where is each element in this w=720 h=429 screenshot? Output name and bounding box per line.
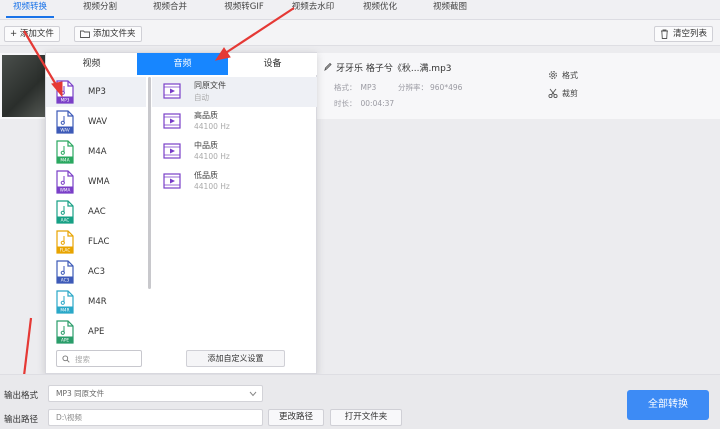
output-path-label: 输出路径 <box>4 415 39 425</box>
arrow-2 <box>214 7 295 61</box>
output-path-field[interactable]: D:\视频 <box>48 409 263 426</box>
output-format-select[interactable]: MP3 同原文件 <box>48 385 263 402</box>
output-format-label: 输出格式 <box>4 391 39 401</box>
convert-all-button[interactable]: 全部转换 <box>627 390 709 420</box>
change-path-button[interactable]: 更改路径 <box>268 409 324 426</box>
arrow-1 <box>23 30 63 98</box>
arrow-to-add-file-icon <box>17 7 295 396</box>
bottom-bar: 输出格式 MP3 同原文件 输出路径 D:\视频 更改路径 打开文件夹 全部转换 <box>0 374 720 429</box>
chevron-down-icon <box>249 391 257 397</box>
open-folder-button[interactable]: 打开文件夹 <box>330 409 402 426</box>
